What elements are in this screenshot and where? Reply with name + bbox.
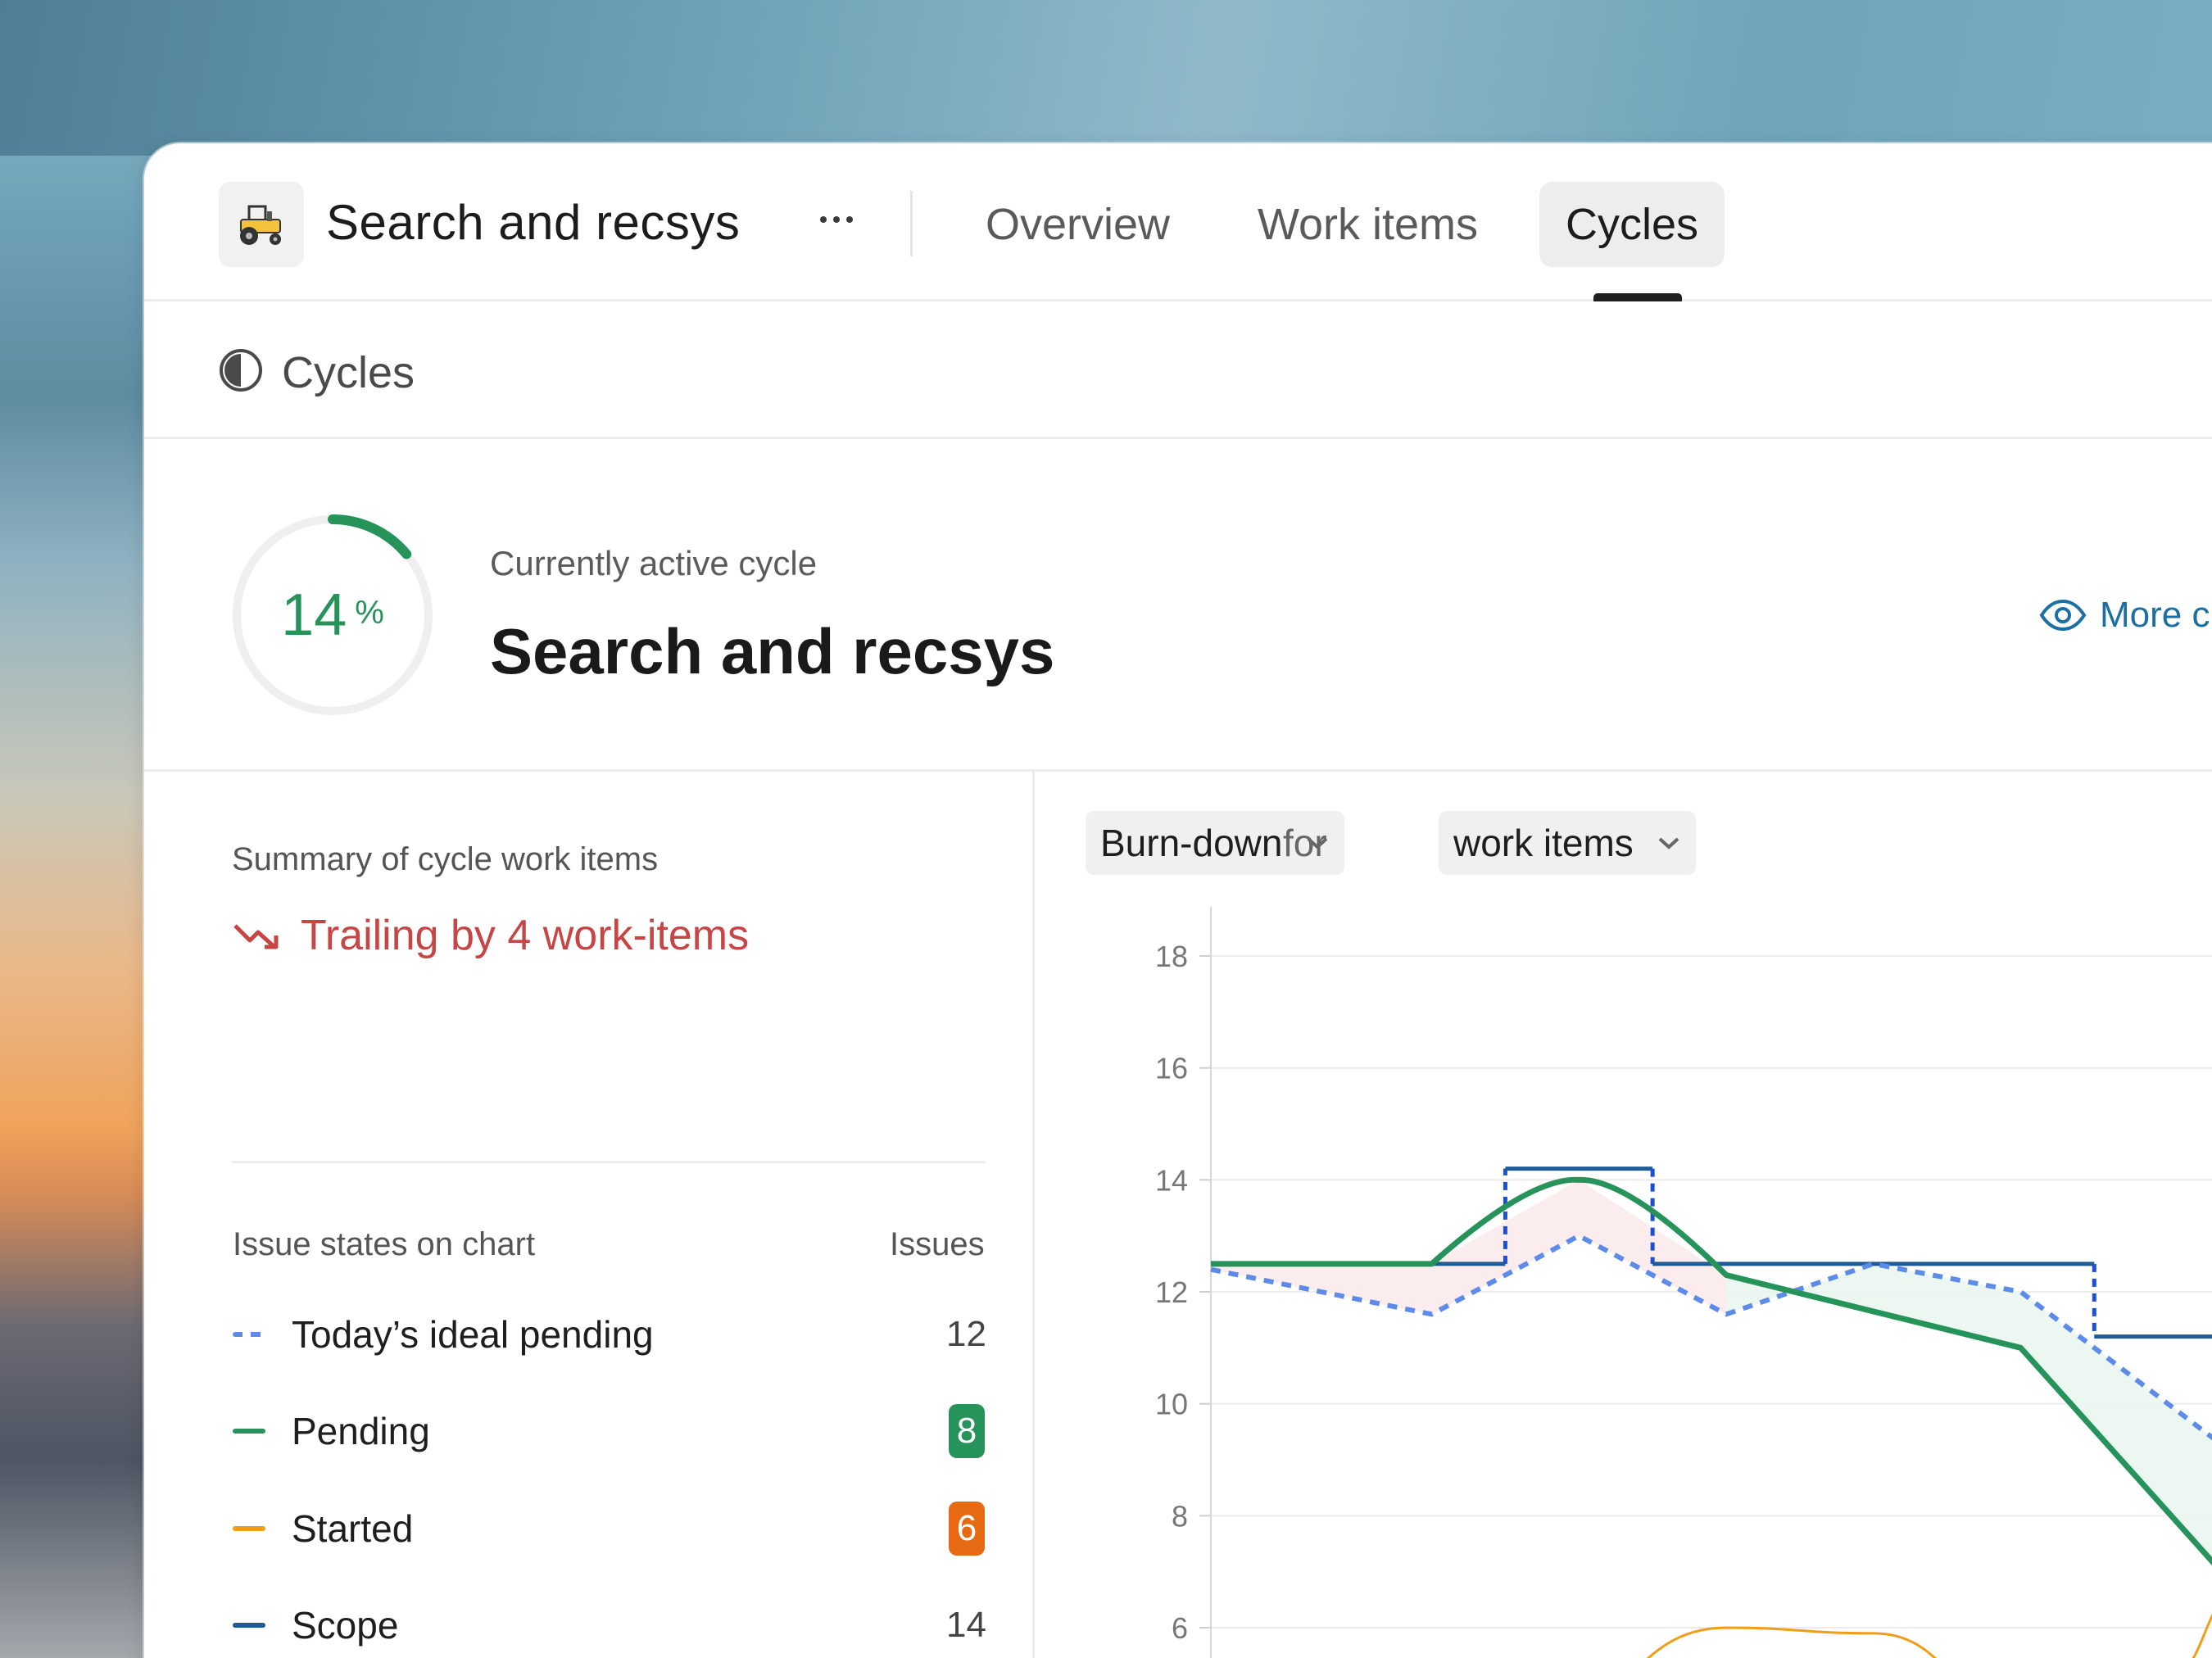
active-cycle-label: Currently active cycle — [490, 544, 818, 582]
y-tick-label: 8 — [1172, 1499, 1188, 1533]
project-title: Search and recsys — [326, 195, 741, 250]
state-row-ideal[interactable]: Today’s ideal pending 12 — [233, 1306, 986, 1363]
trailing-status: Trailing by 4 work-items — [232, 911, 749, 960]
eye-icon — [2039, 599, 2087, 632]
tab-cycles[interactable]: Cycles — [1539, 182, 1725, 267]
more-details-link[interactable]: More c — [2039, 595, 2210, 636]
progress-number: 14 — [281, 582, 347, 648]
y-tick-label: 6 — [1172, 1611, 1188, 1645]
summary-label: Summary of cycle work items — [232, 841, 659, 877]
chart-type-label: Burn-down — [1100, 822, 1283, 864]
project-header: Search and recsys Overview Work items Cy… — [144, 143, 2212, 301]
active-cycle-card: 14 % Currently active cycle Search and r… — [144, 439, 2212, 772]
cycles-title: Cycles — [282, 348, 415, 397]
issues-header: Issues — [890, 1226, 985, 1262]
trending-down-icon — [233, 924, 279, 949]
pending-count-badge: 8 — [949, 1404, 985, 1458]
summary-divider — [232, 1161, 986, 1163]
behind-area — [1211, 1180, 1726, 1315]
active-tab-indicator — [1593, 293, 1682, 301]
started-line — [1646, 1613, 2212, 1658]
state-row-started[interactable]: Started 6 — [233, 1500, 986, 1557]
started-swatch — [233, 1526, 265, 1531]
pending-swatch — [233, 1429, 265, 1434]
progress-value: 14 % — [230, 513, 435, 718]
ideal-swatch — [233, 1332, 265, 1337]
chart-metric-dropdown[interactable]: work items — [1439, 811, 1696, 875]
state-name: Pending — [292, 1410, 430, 1452]
state-count: 12 — [946, 1314, 986, 1354]
burn-down-chart: 18 16 14 12 10 8 6 — [1155, 907, 2212, 1658]
state-name: Today’s ideal pending — [292, 1313, 654, 1356]
half-circle-icon — [220, 349, 262, 392]
header-divider — [910, 191, 913, 256]
chevron-down-icon — [1658, 837, 1679, 849]
y-tick-label: 14 — [1155, 1163, 1188, 1197]
started-count-badge: 6 — [949, 1502, 985, 1556]
cycles-subheader: Cycles — [144, 301, 2212, 439]
for-label: for — [1283, 822, 1327, 864]
more-options-icon[interactable] — [808, 191, 865, 248]
tab-work-items[interactable]: Work items — [1231, 182, 1504, 267]
scope-swatch — [233, 1623, 265, 1628]
state-row-pending[interactable]: Pending 8 — [233, 1402, 986, 1460]
tractor-icon[interactable] — [219, 182, 304, 267]
chart-metric-label: work items — [1453, 822, 1634, 864]
active-cycle-title: Search and recsys — [490, 615, 1055, 687]
progress-unit: % — [355, 594, 384, 631]
tab-overview[interactable]: Overview — [959, 182, 1196, 267]
more-details-label: More c — [2100, 595, 2210, 635]
app-window: Search and recsys Overview Work items Cy… — [144, 143, 2212, 1658]
y-tick-label: 16 — [1155, 1052, 1188, 1085]
chart-panel: 18 16 14 12 10 8 6 Burn-down for work items — [1035, 772, 2212, 1658]
y-tick-label: 18 — [1155, 940, 1188, 973]
state-name: Scope — [292, 1604, 399, 1647]
trailing-text: Trailing by 4 work-items — [301, 912, 750, 959]
summary-panel: Summary of cycle work items Trailing by … — [144, 772, 1035, 1658]
state-row-scope[interactable]: Scope 14 — [233, 1597, 986, 1654]
y-tick-label: 12 — [1155, 1275, 1188, 1309]
states-header: Issue states on chart — [233, 1226, 536, 1262]
desktop-sky — [0, 0, 2212, 156]
ahead-area — [1211, 1180, 2212, 1561]
state-count: 14 — [946, 1605, 986, 1645]
state-name: Started — [292, 1507, 414, 1550]
y-tick-label: 10 — [1155, 1388, 1188, 1421]
